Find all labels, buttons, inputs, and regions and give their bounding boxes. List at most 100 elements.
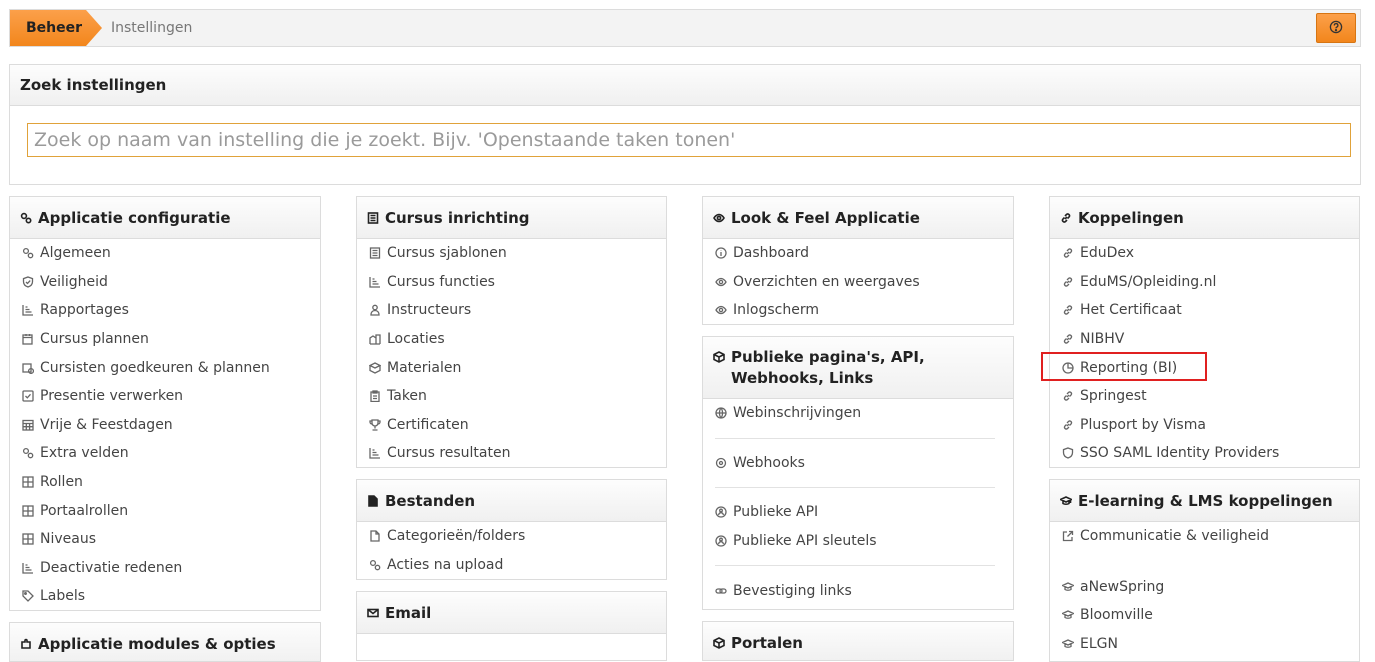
link-niveaus[interactable]: Niveaus <box>10 525 320 554</box>
divider <box>715 487 995 489</box>
external-link-icon <box>1062 530 1074 542</box>
api-icon <box>715 506 727 519</box>
link-overzichten-weergaves[interactable]: Overzichten en weergaves <box>703 268 1013 297</box>
link-icon <box>715 585 727 597</box>
link-dashboard[interactable]: Dashboard <box>703 239 1013 268</box>
link-elgn[interactable]: ELGN <box>1050 630 1359 659</box>
link-webhooks[interactable]: Webhooks <box>703 449 1013 478</box>
card-title: E-learning & LMS koppelingen <box>1078 491 1333 510</box>
link-icon <box>1062 419 1074 431</box>
search-panel-title: Zoek instellingen <box>10 65 1360 106</box>
shield-icon <box>1062 447 1074 460</box>
link-edums[interactable]: EduMS/Opleiding.nl <box>1050 268 1359 297</box>
link-categorieen-folders[interactable]: Categorieën/folders <box>357 522 666 551</box>
tag-icon <box>22 590 34 603</box>
card-bestanden: Bestanden Categorieën/folders Acties na … <box>356 479 667 580</box>
link-edudex[interactable]: EduDex <box>1050 239 1359 268</box>
highlight-box <box>1041 352 1207 381</box>
card-publieke-paginas: Publieke pagina's, API, Webhooks, Links … <box>702 336 1014 610</box>
gears-icon <box>369 559 381 571</box>
link-algemeen[interactable]: Algemeen <box>10 239 320 268</box>
card-portalen: Portalen <box>702 621 1014 661</box>
clipboard-icon <box>369 390 381 403</box>
search-input[interactable] <box>27 123 1351 157</box>
trophy-icon <box>369 419 381 431</box>
link-anewspring[interactable]: aNewSpring <box>1050 573 1359 602</box>
link-presentie-verwerken[interactable]: Presentie verwerken <box>10 382 320 411</box>
link-communicatie-veiligheid[interactable]: Communicatie & veiligheid <box>1050 522 1359 551</box>
gears-icon <box>20 212 32 224</box>
card-applicatie-modules: Applicatie modules & opties <box>9 622 321 662</box>
link-labels[interactable]: Labels <box>10 582 320 610</box>
link-plusport[interactable]: Plusport by Visma <box>1050 411 1359 440</box>
envelope-icon <box>367 607 379 619</box>
link-cursus-resultaten[interactable]: Cursus resultaten <box>357 439 666 467</box>
globe-icon <box>715 407 727 419</box>
file-icon <box>367 494 379 507</box>
link-publieke-api[interactable]: Publieke API <box>703 498 1013 527</box>
link-publieke-api-sleutels[interactable]: Publieke API sleutels <box>703 527 1013 556</box>
link-rapportages[interactable]: Rapportages <box>10 296 320 325</box>
user-icon <box>369 304 381 317</box>
link-icon <box>1060 212 1072 224</box>
api-icon <box>715 535 727 547</box>
link-instructeurs[interactable]: Instructeurs <box>357 296 666 325</box>
divider <box>715 437 995 439</box>
link-bloomville[interactable]: Bloomville <box>1050 601 1359 630</box>
link-icon <box>1062 247 1074 259</box>
link-extra-velden[interactable]: Extra velden <box>10 439 320 468</box>
calendar-clock-icon <box>22 362 34 374</box>
calendar-grid-icon <box>22 419 34 431</box>
link-certificaten[interactable]: Certificaten <box>357 411 666 440</box>
search-panel: Zoek instellingen <box>9 64 1361 185</box>
chart-icon <box>22 304 34 317</box>
link-veiligheid[interactable]: Veiligheid <box>10 268 320 297</box>
table-icon <box>22 533 34 545</box>
link-acties-na-upload[interactable]: Acties na upload <box>357 551 666 579</box>
link-cursus-sjablonen[interactable]: Cursus sjablonen <box>357 239 666 268</box>
link-cursisten-goedkeuren[interactable]: Cursisten goedkeuren & plannen <box>10 353 320 382</box>
eye-icon <box>715 276 727 288</box>
chart-icon <box>22 562 34 574</box>
help-button[interactable] <box>1316 13 1356 43</box>
gears-icon <box>22 247 34 259</box>
link-taken[interactable]: Taken <box>357 382 666 411</box>
link-nibhv[interactable]: NIBHV <box>1050 325 1359 354</box>
card-koppelingen: Koppelingen EduDex EduMS/Opleiding.nl He… <box>1049 196 1360 468</box>
link-portaalrollen[interactable]: Portaalrollen <box>10 496 320 525</box>
breadcrumb-instellingen: Instellingen <box>111 20 193 36</box>
link-locaties[interactable]: Locaties <box>357 325 666 354</box>
link-inlogscherm[interactable]: Inlogscherm <box>703 296 1013 324</box>
link-webinschrijvingen[interactable]: Webinschrijvingen <box>703 399 1013 428</box>
breadcrumb-beheer[interactable]: Beheer <box>10 10 102 46</box>
eye-icon <box>715 304 727 316</box>
link-icon <box>1062 333 1074 345</box>
link-bevestiging-links[interactable]: Bevestiging links <box>703 576 1013 605</box>
link-springest[interactable]: Springest <box>1050 382 1359 411</box>
divider <box>715 565 995 567</box>
card-title: Publieke pagina's, API, Webhooks, Links <box>731 347 925 387</box>
card-elearning: E-learning & LMS koppelingen Communicati… <box>1049 479 1360 662</box>
calendar-edit-icon <box>22 333 34 345</box>
link-vrije-feestdagen[interactable]: Vrije & Feestdagen <box>10 411 320 440</box>
link-sso-saml[interactable]: SSO SAML Identity Providers <box>1050 439 1359 467</box>
boxes-icon <box>369 361 381 374</box>
card-title: Applicatie configuratie <box>38 208 231 227</box>
card-title: Bestanden <box>385 491 476 510</box>
link-cursus-functies[interactable]: Cursus functies <box>357 268 666 297</box>
card-look-feel: Look & Feel Applicatie Dashboard Overzic… <box>702 196 1014 325</box>
card-email: Email <box>356 591 667 661</box>
shield-icon <box>22 276 34 288</box>
graduation-cap-icon <box>1060 495 1072 507</box>
info-icon <box>715 247 727 259</box>
file-icon <box>369 530 381 542</box>
link-cursus-plannen[interactable]: Cursus plannen <box>10 325 320 354</box>
link-rollen[interactable]: Rollen <box>10 468 320 497</box>
card-title: Koppelingen <box>1078 208 1184 227</box>
link-het-certificaat[interactable]: Het Certificaat <box>1050 296 1359 325</box>
puzzle-icon <box>20 638 32 650</box>
link-materialen[interactable]: Materialen <box>357 353 666 382</box>
link-deactivatie-redenen[interactable]: Deactivatie redenen <box>10 554 320 583</box>
gears-icon <box>22 447 34 459</box>
card-title: Applicatie modules & opties <box>38 634 276 653</box>
